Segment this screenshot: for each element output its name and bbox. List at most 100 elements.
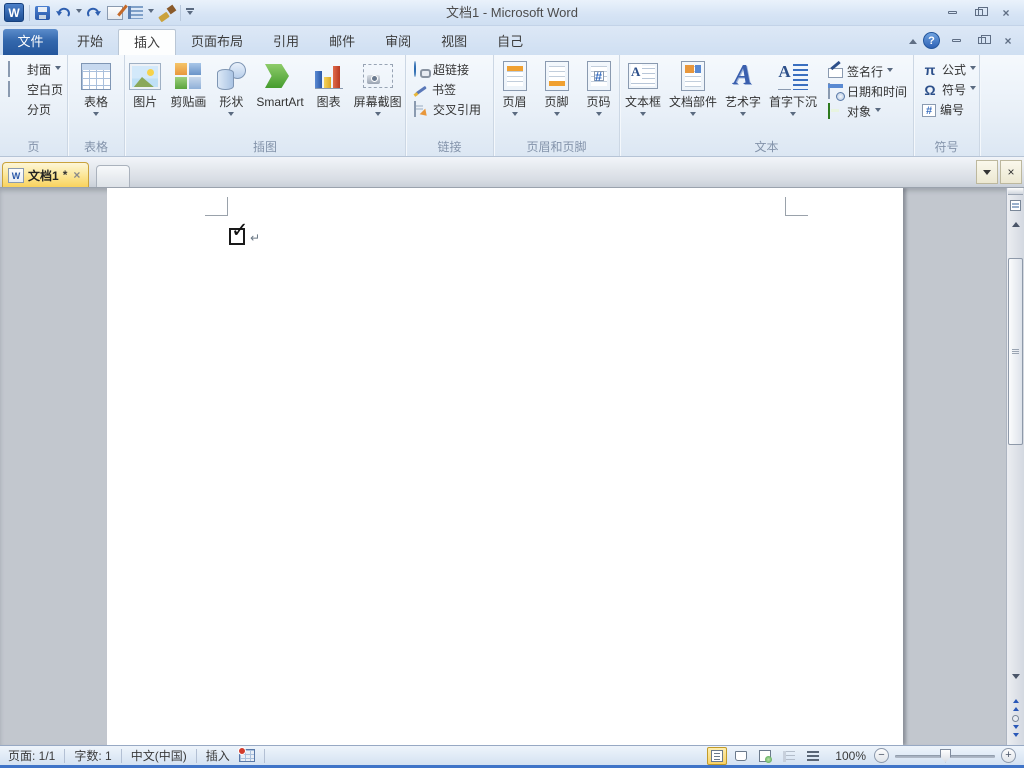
- quick-parts-button[interactable]: 文档部件: [665, 56, 721, 136]
- zoom-level[interactable]: 100%: [835, 749, 866, 763]
- symbol-button[interactable]: Ω 符号: [919, 80, 979, 99]
- text-box-button[interactable]: 文本框: [621, 56, 665, 136]
- doc-minimize-button[interactable]: [946, 33, 966, 48]
- view-web-layout-button[interactable]: [755, 747, 775, 765]
- chart-button[interactable]: 图表: [308, 56, 350, 136]
- page-break-button[interactable]: 分页: [5, 100, 54, 119]
- view-print-layout-button[interactable]: [707, 746, 728, 765]
- new-document-tab[interactable]: [96, 165, 130, 187]
- dropdown-arrow-icon: [970, 86, 977, 93]
- hyperlink-button[interactable]: 超链接: [411, 60, 472, 79]
- wordart-button[interactable]: A 艺术字: [721, 56, 765, 136]
- button-label: SmartArt: [256, 95, 304, 109]
- dropdown-arrow-icon: [553, 112, 560, 119]
- doc-restore-button[interactable]: [972, 33, 992, 48]
- button-label: 空白页: [27, 83, 64, 97]
- picture-button[interactable]: 图片: [124, 56, 166, 136]
- next-page-button[interactable]: [1008, 724, 1023, 739]
- group-label: 表格: [83, 140, 108, 154]
- tab-list-dropdown-button[interactable]: [976, 160, 998, 184]
- button-label: 艺术字: [725, 95, 762, 109]
- button-label: 书签: [432, 83, 457, 97]
- blank-page-button[interactable]: 空白页: [5, 80, 66, 99]
- tab-insert[interactable]: 插入: [118, 29, 177, 55]
- footer-icon: [544, 61, 569, 91]
- macro-record-icon[interactable]: [237, 747, 255, 762]
- ruler-toggle-button[interactable]: [1008, 196, 1023, 214]
- split-handle[interactable]: [1008, 188, 1023, 195]
- page-indicator[interactable]: 页面: 1/1: [8, 747, 55, 764]
- group-links: 超链接 书签 交叉引用 链接: [406, 55, 494, 156]
- tab-file[interactable]: 文件: [3, 29, 58, 55]
- tab-custom[interactable]: 自己: [482, 29, 538, 55]
- zoom-slider[interactable]: [895, 748, 995, 764]
- smartart-button[interactable]: SmartArt: [252, 56, 307, 136]
- document-page[interactable]: ✓ ↵: [107, 188, 903, 745]
- object-button[interactable]: 对象: [825, 102, 884, 121]
- tab-bar-close-button[interactable]: ×: [1000, 160, 1022, 184]
- doc-close-button[interactable]: ×: [998, 33, 1018, 48]
- view-outline-button[interactable]: [779, 747, 799, 765]
- page-number-button[interactable]: # 页码: [578, 56, 620, 136]
- ribbon-tabs: 开始 插入 页面布局 引用 邮件 审阅 视图 自己: [62, 29, 538, 55]
- close-button[interactable]: ×: [996, 5, 1016, 20]
- zoom-slider-thumb[interactable]: [940, 748, 951, 763]
- button-label: 屏幕截图: [353, 95, 402, 109]
- tab-references[interactable]: 引用: [258, 29, 314, 55]
- header-button[interactable]: 页眉: [494, 56, 536, 136]
- dropdown-arrow-icon: [511, 112, 518, 119]
- document-area: ✓ ↵: [0, 188, 1024, 745]
- vertical-scrollbar[interactable]: [1006, 188, 1024, 745]
- restore-button[interactable]: [969, 5, 989, 20]
- tab-review[interactable]: 审阅: [370, 29, 426, 55]
- paragraph-mark: ↵: [250, 231, 261, 245]
- date-time-button[interactable]: 日期和时间: [825, 82, 910, 101]
- button-label: 页脚: [544, 95, 569, 109]
- minimize-button[interactable]: [942, 5, 962, 20]
- group-label: 插图: [252, 140, 277, 154]
- language-indicator[interactable]: 中文(中国): [131, 747, 187, 764]
- view-fullscreen-reading-button[interactable]: [731, 747, 751, 765]
- collapse-ribbon-icon[interactable]: [909, 35, 917, 44]
- status-bar: 页面: 1/1 字数: 1 中文(中国) 插入 100% − +: [0, 745, 1024, 768]
- help-icon[interactable]: ?: [923, 32, 940, 49]
- clipart-button[interactable]: 剪贴画: [166, 56, 210, 136]
- equation-button[interactable]: π 公式: [919, 60, 979, 79]
- tab-home[interactable]: 开始: [62, 29, 118, 55]
- zoom-out-button[interactable]: −: [874, 748, 889, 763]
- bookmark-button[interactable]: 书签: [411, 80, 459, 99]
- previous-page-button[interactable]: [1008, 696, 1023, 711]
- zoom-in-button[interactable]: +: [1001, 748, 1016, 763]
- scroll-up-button[interactable]: [1008, 215, 1023, 230]
- scroll-down-button[interactable]: [1008, 671, 1023, 686]
- drop-cap-button[interactable]: A 首字下沉: [765, 56, 821, 136]
- select-browse-object-button[interactable]: [1008, 712, 1023, 724]
- cross-reference-button[interactable]: 交叉引用: [411, 100, 484, 119]
- scrollbar-thumb[interactable]: [1008, 258, 1023, 445]
- table-button[interactable]: 表格: [75, 56, 117, 136]
- checked-checkbox-symbol[interactable]: ✓: [229, 220, 249, 245]
- button-label: 签名行: [847, 65, 884, 79]
- insert-mode-indicator[interactable]: 插入: [206, 747, 230, 764]
- screenshot-button[interactable]: 屏幕截图: [350, 56, 406, 136]
- tab-close-icon[interactable]: ×: [73, 168, 80, 182]
- signature-line-button[interactable]: 签名行: [825, 62, 896, 81]
- tab-mailings[interactable]: 邮件: [314, 29, 370, 55]
- document-tab-active[interactable]: W 文档1 * ×: [2, 162, 90, 187]
- wordart-icon: A: [733, 60, 753, 91]
- cover-page-button[interactable]: 封面: [5, 60, 64, 79]
- button-label: 图表: [316, 95, 341, 109]
- footer-button[interactable]: 页脚: [536, 56, 578, 136]
- tab-view[interactable]: 视图: [426, 29, 482, 55]
- ribbon: 封面 空白页 分页 页 表格 表格 图片 剪贴画 形状 SmartArt 图表 …: [0, 55, 1024, 157]
- button-label: 文档部件: [668, 95, 717, 109]
- drop-cap-icon: A: [778, 62, 809, 90]
- number-button[interactable]: # 编号: [919, 100, 967, 119]
- print-layout-icon: [711, 749, 724, 762]
- word-count[interactable]: 字数: 1: [74, 747, 111, 764]
- view-draft-button[interactable]: [803, 747, 823, 765]
- button-label: 表格: [83, 95, 108, 109]
- shapes-button[interactable]: 形状: [210, 56, 252, 136]
- tab-page-layout[interactable]: 页面布局: [176, 29, 258, 55]
- divider: [263, 748, 265, 763]
